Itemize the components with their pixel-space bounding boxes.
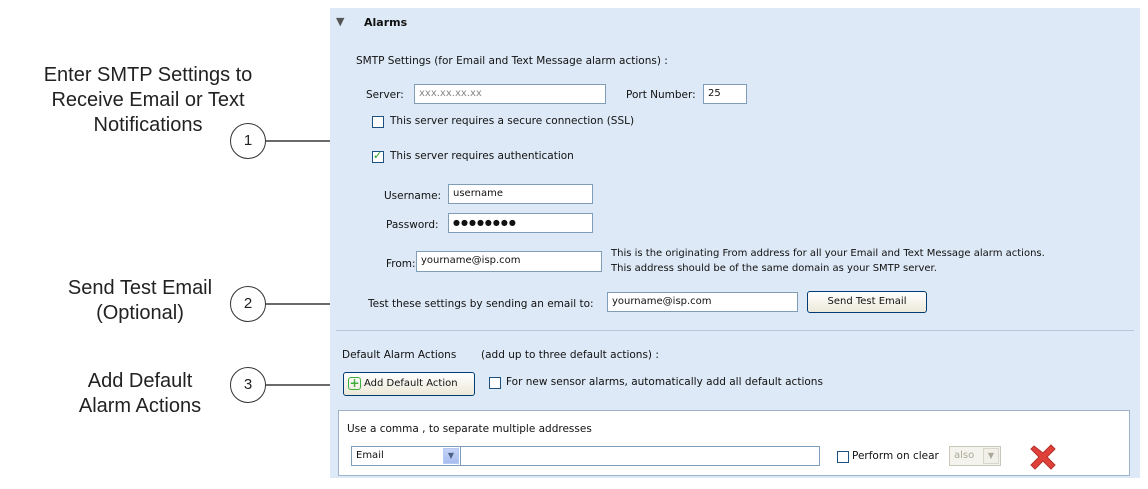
plus-icon: + bbox=[348, 376, 361, 390]
username-label: Username: bbox=[384, 190, 442, 202]
action-type-value: Email bbox=[356, 450, 384, 461]
dropdown-arrow-icon[interactable]: ▼ bbox=[983, 448, 999, 464]
username-input[interactable]: username bbox=[448, 184, 593, 204]
send-test-email-button[interactable]: Send Test Email bbox=[807, 291, 927, 313]
from-input[interactable]: yourname@isp.com bbox=[416, 251, 602, 272]
ssl-label: This server requires a secure connection… bbox=[390, 115, 635, 127]
delete-x-icon[interactable] bbox=[1029, 443, 1057, 471]
password-input[interactable]: ●●●●●●●● bbox=[448, 213, 593, 233]
auth-checkbox[interactable] bbox=[372, 149, 384, 163]
divider bbox=[336, 330, 1134, 331]
also-select[interactable]: also ▼ bbox=[949, 446, 1001, 466]
password-label: Password: bbox=[386, 219, 439, 231]
server-input[interactable]: xxx.xx.xx.xx bbox=[414, 84, 606, 104]
test-email-input[interactable]: yourname@isp.com bbox=[607, 292, 798, 312]
ssl-checkbox[interactable] bbox=[372, 116, 384, 128]
address-hint: Use a comma , to separate multiple addre… bbox=[347, 423, 592, 435]
section-title: Alarms bbox=[364, 16, 408, 29]
auto-add-label: For new sensor alarms, automatically add… bbox=[506, 376, 823, 388]
action-type-select[interactable]: Email ▼ bbox=[351, 446, 461, 466]
smtp-heading-note: (for Email and Text Message alarm action… bbox=[430, 55, 668, 67]
from-help-line-2: This address should be of the same domai… bbox=[611, 263, 937, 274]
test-email-label: Test these settings by sending an email … bbox=[368, 298, 594, 310]
smtp-heading: SMTP Settings (for Email and Text Messag… bbox=[356, 55, 668, 67]
default-action-row-box: Use a comma , to separate multiple addre… bbox=[338, 410, 1130, 476]
alarms-panel: ▼ Alarms SMTP Settings (for Email and Te… bbox=[330, 8, 1140, 478]
also-value: also bbox=[954, 450, 975, 461]
from-label: From: bbox=[386, 258, 416, 270]
port-label: Port Number: bbox=[626, 89, 696, 101]
perform-on-clear-label: Perform on clear bbox=[852, 450, 939, 462]
add-default-action-label: Add Default Action bbox=[364, 378, 458, 389]
address-input[interactable] bbox=[460, 446, 820, 466]
auth-label: This server requires authentication bbox=[390, 150, 574, 162]
default-actions-heading: Default Alarm Actions bbox=[342, 349, 457, 361]
port-input[interactable]: 25 bbox=[703, 84, 747, 104]
default-actions-note: (add up to three default actions) : bbox=[481, 349, 659, 361]
server-label: Server: bbox=[366, 89, 404, 101]
add-default-action-button[interactable]: + Add Default Action bbox=[343, 372, 475, 396]
perform-on-clear-checkbox[interactable] bbox=[837, 451, 849, 463]
collapse-triangle-icon[interactable]: ▼ bbox=[336, 15, 344, 28]
dropdown-arrow-icon[interactable]: ▼ bbox=[443, 448, 459, 464]
smtp-heading-label: SMTP Settings bbox=[356, 55, 431, 67]
auto-add-checkbox[interactable] bbox=[489, 377, 501, 389]
from-help-line-1: This is the originating From address for… bbox=[611, 248, 1045, 259]
